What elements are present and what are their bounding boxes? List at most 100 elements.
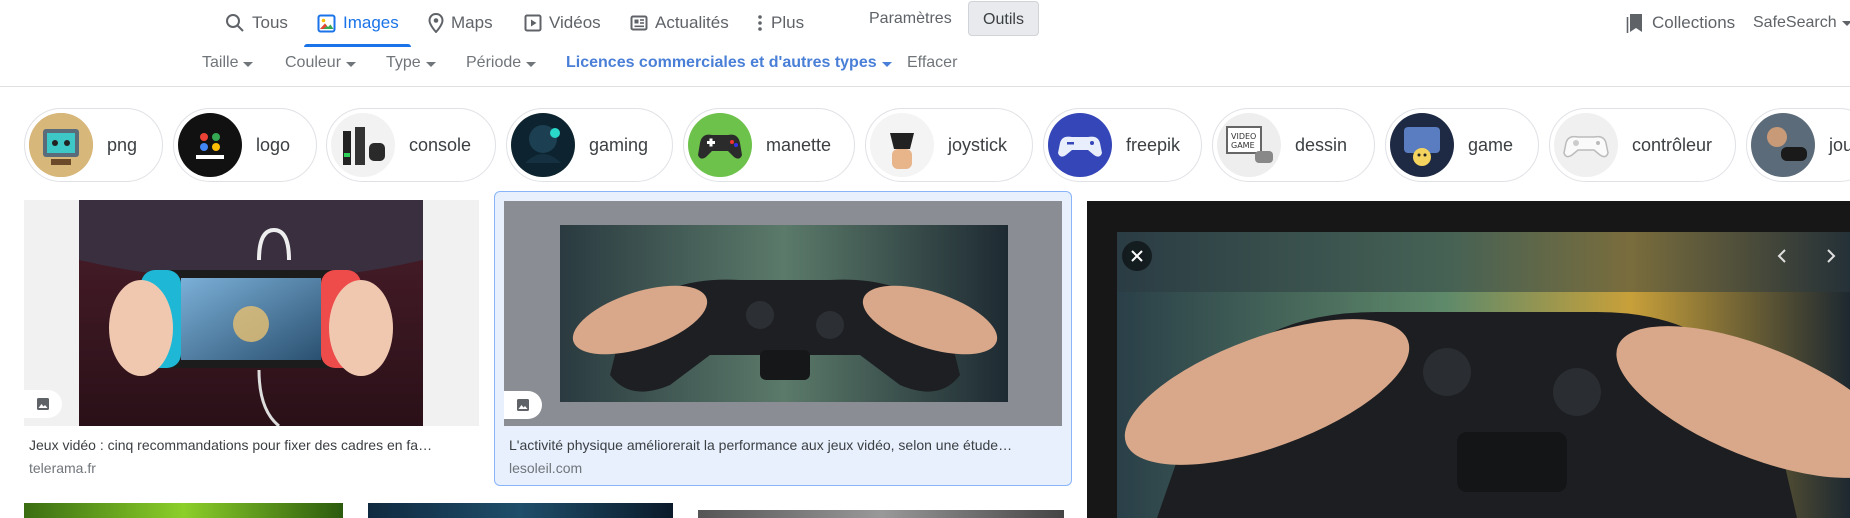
filter-label: Type (386, 54, 421, 71)
filter-color[interactable]: Couleur (285, 54, 357, 72)
chip-controleur[interactable]: contrôleur (1549, 108, 1736, 182)
chip-label: manette (766, 134, 832, 155)
chip-label: game (1468, 134, 1514, 155)
chip-thumbnail (29, 113, 93, 177)
result-source[interactable]: telerama.fr (29, 460, 96, 476)
result-thumbnail[interactable] (368, 503, 673, 518)
previous-button[interactable] (1767, 241, 1797, 271)
chip-thumbnail (1048, 113, 1112, 177)
next-button[interactable] (1816, 241, 1846, 271)
chip-freepik[interactable]: freepik (1043, 108, 1202, 182)
tab-label: Actualités (655, 13, 729, 32)
chip-label: console (409, 134, 472, 155)
tab-all[interactable]: Tous (225, 0, 288, 46)
filter-size[interactable]: Taille (202, 54, 254, 72)
result-card[interactable]: Jeux vidéo : cinq recommandations pour f… (24, 200, 479, 480)
safesearch-label: SafeSearch (1753, 14, 1837, 31)
tab-maps[interactable]: Maps (428, 0, 493, 46)
chip-label: png (107, 134, 138, 155)
tab-images[interactable]: Images (317, 0, 399, 46)
image-icon (517, 399, 529, 411)
chip-thumbnail: VIDEO GAME (1217, 113, 1281, 177)
filter-type[interactable]: Type (386, 54, 436, 72)
chip-label: joystick (948, 134, 1008, 155)
chevron-down-icon (1841, 20, 1850, 26)
tab-videos[interactable]: Vidéos (524, 0, 601, 46)
tab-label: Images (343, 13, 399, 32)
chip-thumbnail (1554, 113, 1618, 177)
chip-console[interactable]: console (326, 108, 496, 182)
collections-button[interactable]: Collections (1626, 0, 1735, 46)
chip-thumbnail (870, 113, 934, 177)
result-thumbnail-area (24, 200, 479, 426)
chevron-right-icon (1827, 249, 1836, 263)
video-icon (524, 14, 542, 32)
filter-label: Période (466, 54, 522, 71)
result-source[interactable]: lesoleil.com (509, 460, 582, 476)
chip-thumbnail (1751, 113, 1815, 177)
tab-news[interactable]: Actualités (630, 0, 729, 46)
chip-game[interactable]: game (1385, 108, 1539, 182)
tab-more[interactable]: Plus (756, 0, 804, 46)
filter-license[interactable]: Licences commerciales et d'autres types (566, 54, 892, 72)
chip-label: contrôleur (1632, 134, 1713, 155)
filter-label: Taille (202, 54, 239, 71)
chip-label: logo (256, 134, 291, 155)
chip-thumbnail (331, 113, 395, 177)
result-image (560, 225, 1008, 402)
chip-thumbnail (688, 113, 752, 177)
result-caption[interactable]: L'activité physique améliorerait la perf… (509, 437, 1059, 453)
search-icon (226, 14, 244, 32)
preview-image[interactable] (1117, 232, 1850, 518)
chip-logo[interactable]: logo (173, 108, 317, 182)
filter-label: Licences commerciales et d'autres types (566, 54, 877, 71)
chip-label: gaming (589, 134, 649, 155)
collections-label: Collections (1652, 13, 1736, 32)
result-card-selected[interactable]: L'activité physique améliorerait la perf… (494, 191, 1072, 486)
chip-thumbnail (178, 113, 242, 177)
filter-clear[interactable]: Effacer (907, 54, 957, 72)
chip-dessin[interactable]: VIDEO GAME dessin (1212, 108, 1375, 182)
chip-jou[interactable]: jou (1746, 108, 1850, 182)
chip-joystick[interactable]: joystick (865, 108, 1033, 182)
chip-thumbnail (1390, 113, 1454, 177)
tab-label: Vidéos (549, 13, 601, 32)
image-type-badge (24, 390, 62, 418)
chevron-down-icon (425, 61, 436, 67)
chip-thumbnail (511, 113, 575, 177)
close-icon (1131, 250, 1143, 262)
filter-label: Couleur (285, 54, 342, 71)
chevron-left-icon (1777, 249, 1786, 263)
map-pin-icon (428, 13, 444, 33)
result-image (79, 200, 423, 426)
result-thumbnail[interactable] (698, 510, 1064, 518)
result-thumbnail[interactable] (24, 503, 343, 518)
tab-label: Plus (771, 13, 805, 32)
chip-gaming[interactable]: gaming (506, 108, 673, 182)
tools-button[interactable]: Outils (968, 1, 1039, 36)
safesearch-button[interactable]: SafeSearch (1753, 0, 1850, 46)
svg-text:GAME: GAME (1231, 141, 1255, 150)
more-vert-icon (758, 15, 762, 31)
news-icon (630, 15, 648, 31)
chevron-down-icon (526, 61, 537, 67)
image-type-badge (504, 391, 542, 419)
chip-manette[interactable]: manette (683, 108, 855, 182)
tab-label: Tous (252, 13, 288, 32)
chevron-down-icon (346, 61, 357, 67)
chip-label: dessin (1295, 134, 1348, 155)
settings-button[interactable]: Paramètres (869, 0, 952, 38)
chip-label: freepik (1126, 134, 1181, 155)
close-button[interactable] (1122, 241, 1152, 271)
chevron-down-icon (243, 61, 254, 67)
result-thumbnail-area (504, 201, 1062, 426)
chevron-down-icon (881, 61, 892, 67)
image-icon (37, 398, 49, 410)
filter-period[interactable]: Période (466, 54, 537, 72)
chip-png[interactable]: png (24, 108, 163, 182)
tab-label: Maps (451, 13, 493, 32)
bookmark-icon (1626, 14, 1642, 33)
header-divider (0, 86, 1850, 87)
chip-label: jou (1829, 134, 1850, 155)
result-caption[interactable]: Jeux vidéo : cinq recommandations pour f… (29, 437, 474, 453)
